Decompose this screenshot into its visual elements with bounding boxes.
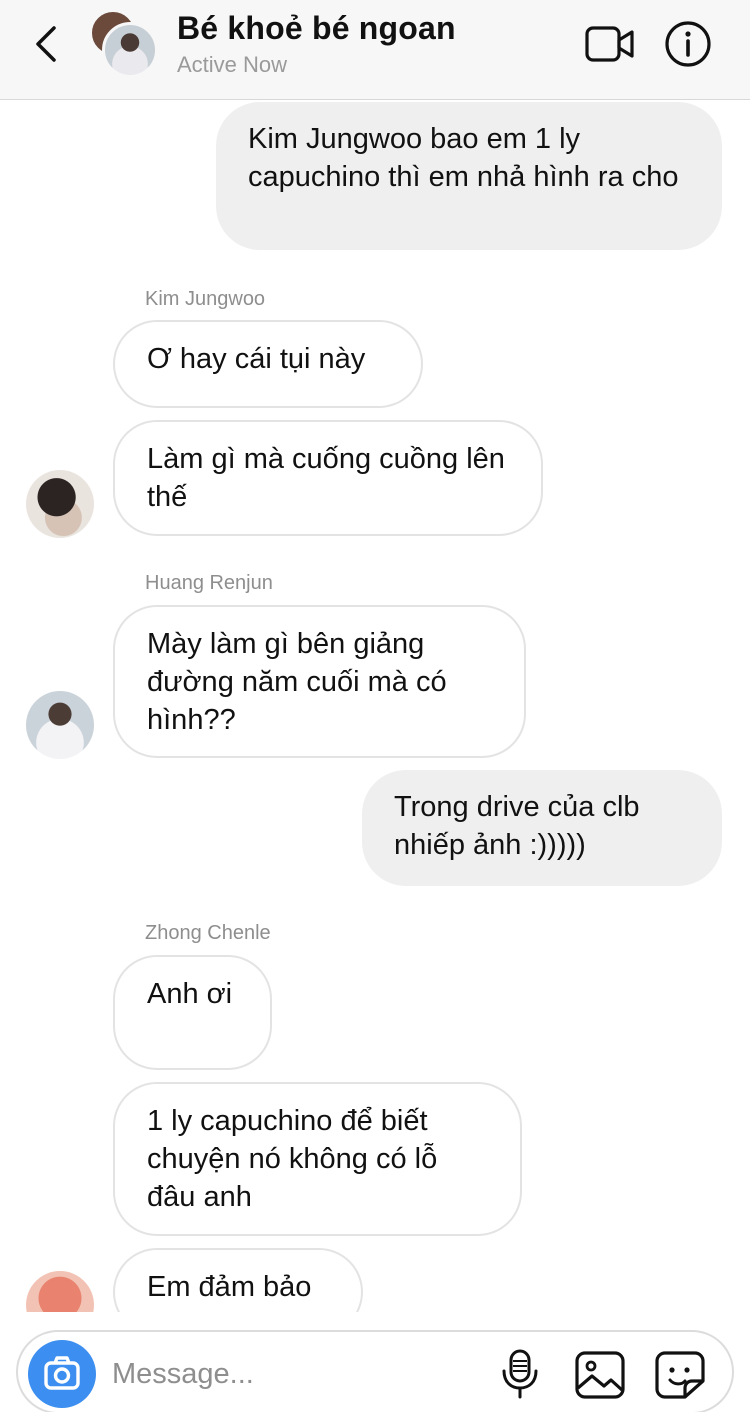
message-thread[interactable]: Kim Jungwoo bao em 1 ly capuchino thì em… <box>0 100 750 1312</box>
message-bubble-incoming[interactable]: Làm gì mà cuống cuồng lên thế <box>113 420 543 536</box>
sticker-icon <box>655 1351 705 1399</box>
video-camera-icon <box>585 26 634 62</box>
camera-button[interactable] <box>28 1340 96 1408</box>
message-input[interactable] <box>112 1352 472 1396</box>
avatar[interactable] <box>26 1271 94 1312</box>
sender-name: Huang Renjun <box>145 572 273 594</box>
chat-title[interactable]: Bé khoẻ bé ngoan <box>177 10 456 47</box>
avatar <box>102 22 158 78</box>
info-icon <box>665 21 711 67</box>
chat-header: Bé khoẻ bé ngoan Active Now <box>0 0 750 100</box>
sticker-button[interactable] <box>654 1350 706 1400</box>
message-bubble-incoming[interactable]: Em đảm bảo <box>113 1248 363 1312</box>
avatar[interactable] <box>26 470 94 538</box>
message-bubble-outgoing[interactable]: Kim Jungwoo bao em 1 ly capuchino thì em… <box>216 102 722 250</box>
back-button[interactable] <box>28 22 68 66</box>
microphone-icon <box>502 1349 538 1399</box>
info-button[interactable] <box>664 20 712 68</box>
message-bubble-incoming[interactable]: 1 ly capuchino để biết chuyện nó không c… <box>113 1082 522 1236</box>
sender-name: Zhong Chenle <box>145 922 271 944</box>
group-avatar[interactable] <box>88 8 164 84</box>
gallery-icon <box>575 1351 625 1399</box>
avatar[interactable] <box>26 691 94 759</box>
video-call-button[interactable] <box>584 24 636 64</box>
active-status: Active Now <box>177 52 288 77</box>
chevron-left-icon <box>36 26 56 62</box>
sender-name: Kim Jungwoo <box>145 288 266 310</box>
message-composer <box>16 1330 734 1412</box>
message-bubble-incoming[interactable]: Mày làm gì bên giảng đường năm cuối mà c… <box>113 605 526 758</box>
microphone-button[interactable] <box>498 1348 542 1400</box>
camera-icon <box>44 1356 80 1390</box>
message-bubble-outgoing[interactable]: Trong drive của clb nhiếp ảnh :))))) <box>362 770 722 886</box>
gallery-button[interactable] <box>574 1350 626 1400</box>
message-bubble-incoming[interactable]: Anh ơi <box>113 955 272 1070</box>
message-bubble-incoming[interactable]: Ơ hay cái tụi này <box>113 320 423 408</box>
